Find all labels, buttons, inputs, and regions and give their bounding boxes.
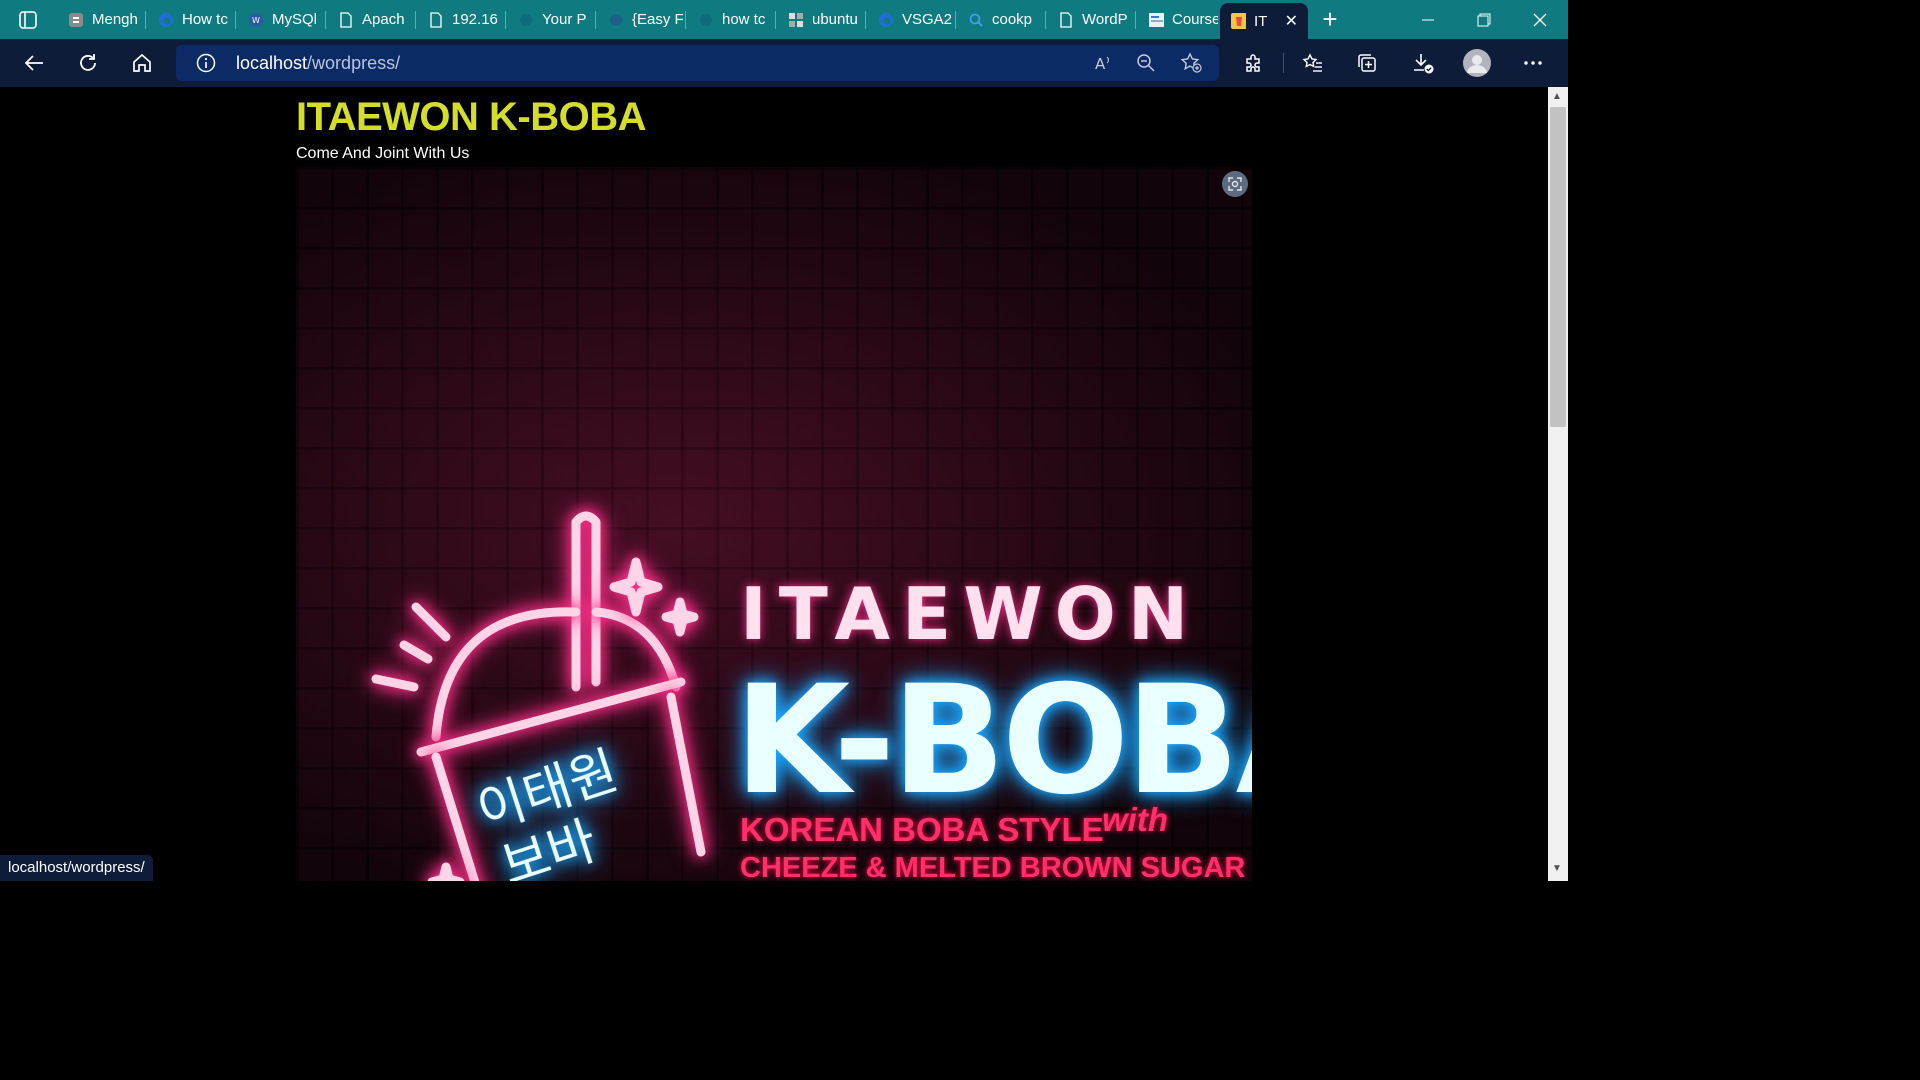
tab-strip: Mengh How tc W MySQl Apach 192.16 Your P… [0, 0, 1568, 39]
tab-10[interactable]: cookp [958, 3, 1046, 36]
visual-search-icon [1228, 177, 1242, 191]
scroll-up-arrow-icon[interactable]: ▲ [1552, 91, 1562, 102]
tab-title: MySQl [272, 11, 317, 28]
tab-8[interactable]: ubuntu [778, 3, 866, 36]
close-tab-icon[interactable]: ✕ [1285, 11, 1298, 31]
boba-icon [1230, 13, 1246, 29]
extensions-button[interactable] [1238, 47, 1270, 79]
close-window-button[interactable] [1512, 0, 1568, 39]
tab-title: Course [1172, 11, 1218, 28]
tab-title: VSGA2 [902, 11, 953, 28]
visual-search-button[interactable] [1222, 171, 1248, 197]
ubuntu-icon [788, 12, 804, 28]
edge-icon [158, 12, 174, 28]
collections-button[interactable] [1351, 47, 1383, 79]
new-tab-button[interactable]: + [1316, 6, 1344, 34]
globe-icon [608, 12, 624, 28]
tab-title: Your P [542, 11, 587, 28]
tab-0[interactable]: Mengh [58, 3, 146, 36]
scroll-thumb[interactable] [1550, 107, 1566, 427]
tab-actions-icon [19, 10, 37, 29]
address-bar[interactable]: localhost/wordpress/ A [176, 45, 1219, 81]
more-menu-button[interactable] [1517, 47, 1549, 79]
favorites-icon [1302, 53, 1322, 72]
zoom-out-icon[interactable] [1134, 51, 1158, 75]
tab-2[interactable]: W MySQl [238, 3, 326, 36]
tab-title: Mengh [92, 11, 138, 28]
tab-3[interactable]: Apach [328, 3, 416, 36]
url-text[interactable]: localhost/wordpress/ [236, 53, 400, 74]
svg-text:W: W [252, 16, 260, 25]
close-icon [1533, 13, 1547, 26]
site-tagline: Come And Joint With Us [296, 145, 470, 162]
restore-button[interactable] [1456, 0, 1512, 39]
page-viewport: ITAEWON K-BOBA Come And Joint With Us 이태… [0, 87, 1548, 881]
puzzle-icon [1246, 54, 1260, 72]
svg-text:A: A [1095, 55, 1106, 73]
blogger-icon [68, 12, 84, 28]
url-path: /wordpress/ [307, 53, 401, 73]
tab-title: 192.16 [452, 11, 498, 28]
minimize-button[interactable] [1400, 0, 1456, 39]
neon-logo: 이태원 보바 ITAEWON K-BOBA KOREAN BOBA STYLE … [371, 511, 1252, 881]
tab-12[interactable]: Course [1138, 3, 1218, 36]
tab-1[interactable]: How tc [148, 3, 236, 36]
banner-line-with: with [1102, 801, 1168, 838]
wordpress-icon: W [248, 12, 264, 28]
tab-6[interactable]: {Easy F [598, 3, 686, 36]
home-icon [133, 53, 151, 72]
course-icon [1148, 12, 1164, 28]
tab-actions-button[interactable] [8, 6, 48, 33]
refresh-button[interactable] [72, 47, 104, 79]
tab-title: how tc [722, 11, 766, 28]
url-host: localhost [236, 53, 308, 73]
back-button[interactable] [18, 47, 50, 79]
search-icon [968, 12, 984, 28]
home-button[interactable] [126, 47, 158, 79]
collections-icon [1358, 54, 1376, 72]
banner-line-kboba: K-BOBA [734, 654, 1252, 828]
avatar [1463, 49, 1491, 77]
banner-line-korean-boba: KOREAN BOBA STYLE [740, 811, 1104, 848]
tab-title: {Easy F [632, 11, 684, 28]
scroll-down-arrow-icon[interactable]: ▼ [1552, 863, 1562, 874]
tab-title: IT [1254, 12, 1268, 30]
refresh-icon [80, 54, 96, 71]
tab-title: How tc [182, 11, 228, 28]
tab-4[interactable]: 192.16 [418, 3, 506, 36]
tab-7[interactable]: how tc [688, 3, 776, 36]
back-arrow-icon [24, 55, 43, 71]
blank-icon [518, 12, 534, 28]
banner-line-itaewon: ITAEWON [740, 572, 1200, 656]
page-icon [1058, 11, 1074, 28]
downloads-button[interactable] [1407, 47, 1439, 79]
banner-line-cheeze: CHEEZE & MELTED BROWN SUGAR [740, 852, 1245, 881]
tab-5[interactable]: Your P [508, 3, 596, 36]
tab-13-active[interactable]: IT ✕ [1220, 3, 1308, 39]
tab-title: WordP [1082, 11, 1128, 28]
read-aloud-icon[interactable]: A [1091, 51, 1115, 75]
profile-button[interactable] [1461, 47, 1493, 79]
browser-toolbar: localhost/wordpress/ A [0, 39, 1568, 87]
status-url-tooltip: localhost/wordpress/ [0, 855, 153, 881]
tab-11[interactable]: WordP [1048, 3, 1136, 36]
tab-9[interactable]: VSGA2 [868, 3, 956, 36]
site-info-icon[interactable] [196, 53, 216, 73]
download-icon [1414, 54, 1434, 74]
page-icon [428, 11, 444, 28]
tab-title: Apach [362, 11, 405, 28]
site-title[interactable]: ITAEWON K-BOBA [296, 95, 647, 140]
header-banner-image: 이태원 보바 ITAEWON K-BOBA KOREAN BOBA STYLE … [296, 167, 1252, 881]
favorites-button[interactable] [1297, 47, 1329, 79]
vertical-scrollbar[interactable]: ▲ ▼ [1548, 87, 1568, 881]
minimize-icon [1422, 19, 1434, 20]
restore-icon [1477, 13, 1491, 26]
tab-title: cookp [992, 11, 1033, 28]
tab-title: ubuntu [812, 11, 858, 28]
page-icon [338, 11, 354, 28]
edge-icon [878, 12, 894, 28]
more-icon [1524, 61, 1542, 65]
blank-icon [698, 12, 714, 28]
add-favorite-icon[interactable] [1179, 51, 1203, 75]
